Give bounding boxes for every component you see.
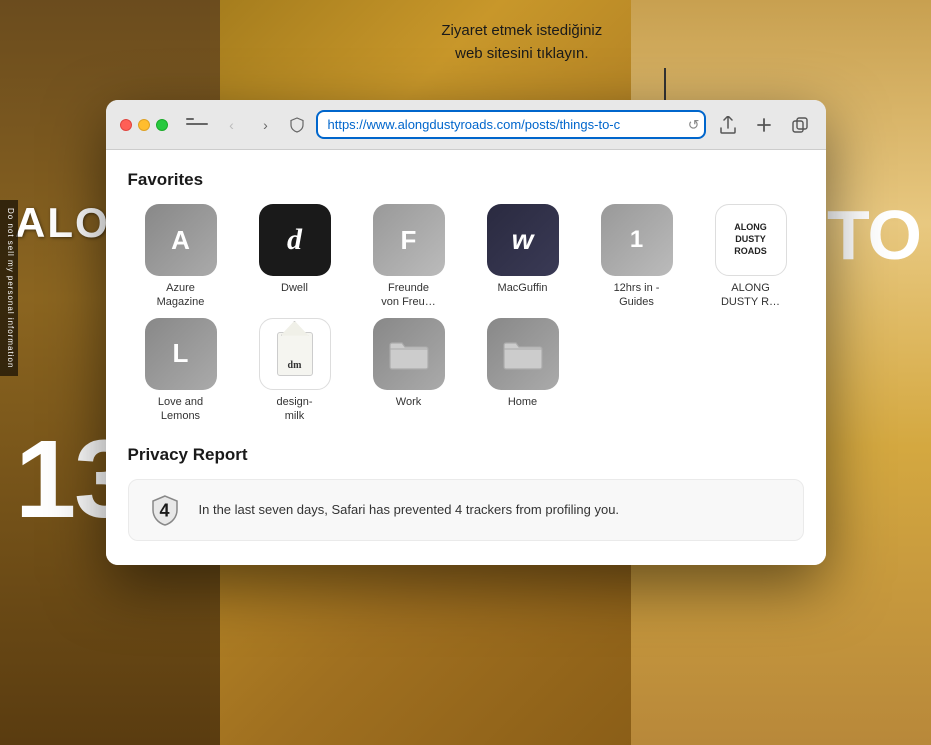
forward-button[interactable]: › — [254, 113, 278, 137]
reload-icon[interactable]: ↺ — [688, 116, 700, 133]
fav-icon-designmilk: dm — [259, 318, 331, 390]
close-button[interactable] — [120, 119, 132, 131]
fav-icon-work — [373, 318, 445, 390]
fav-item-along[interactable]: ALONGDUSTYROADS ALONGDUSTY R… — [698, 204, 804, 310]
fav-item-12hrs[interactable]: 1 12hrs in -Guides — [584, 204, 690, 310]
fav-item-home[interactable]: Home — [470, 318, 576, 424]
fav-label-12hrs: 12hrs in -Guides — [614, 281, 660, 310]
fav-label-freunde: Freundevon Freu… — [381, 281, 435, 310]
fav-icon-12hrs: 1 — [601, 204, 673, 276]
fav-label-work: Work — [396, 395, 421, 409]
favorites-title: Favorites — [128, 170, 804, 190]
toolbar-right-buttons — [716, 113, 812, 137]
fav-icon-along: ALONGDUSTYROADS — [715, 204, 787, 276]
privacy-shield: 4 — [145, 494, 185, 526]
minimize-button[interactable] — [138, 119, 150, 131]
browser-toolbar: ‹ › ↺ — [106, 100, 826, 150]
fav-icon-azure: A — [145, 204, 217, 276]
tabs-overview-button[interactable] — [788, 113, 812, 137]
fav-item-dwell[interactable]: d Dwell — [242, 204, 348, 310]
fav-label-macguffin: MacGuffin — [498, 281, 548, 295]
fav-item-azure[interactable]: A AzureMagazine — [128, 204, 234, 310]
shield-icon — [288, 116, 306, 134]
fav-icon-home — [487, 318, 559, 390]
url-input[interactable] — [316, 110, 706, 139]
fav-item-macguffin[interactable]: w MacGuffin — [470, 204, 576, 310]
privacy-card[interactable]: 4 In the last seven days, Safari has pre… — [128, 479, 804, 541]
fav-label-azure: AzureMagazine — [157, 281, 205, 310]
privacy-title: Privacy Report — [128, 445, 804, 465]
tracker-count: 4 — [159, 501, 169, 522]
fav-icon-freunde: F — [373, 204, 445, 276]
url-bar-container: ↺ — [316, 110, 706, 139]
sidebar-toggle-button[interactable] — [184, 116, 210, 134]
privacy-section: Privacy Report 4 In the last seven days,… — [128, 445, 804, 541]
fav-label-love: Love andLemons — [158, 395, 203, 424]
fav-icon-love: L — [145, 318, 217, 390]
bg-vertical-text: Do not sell my personal information — [0, 200, 18, 376]
traffic-lights — [120, 119, 168, 131]
fav-item-designmilk[interactable]: dm design-milk — [242, 318, 348, 424]
fav-label-along: ALONGDUSTY R… — [721, 281, 780, 310]
fav-label-home: Home — [508, 395, 537, 409]
fav-icon-macguffin: w — [487, 204, 559, 276]
fullscreen-button[interactable] — [156, 119, 168, 131]
new-tab-button[interactable] — [752, 113, 776, 137]
dropdown-panel: Favorites A AzureMagazine d Dwell F Freu… — [106, 150, 826, 565]
back-button[interactable]: ‹ — [220, 113, 244, 137]
fav-label-dwell: Dwell — [281, 281, 308, 295]
favorites-grid: A AzureMagazine d Dwell F Freundevon Fre… — [128, 204, 804, 423]
fav-icon-dwell: d — [259, 204, 331, 276]
fav-item-freunde[interactable]: F Freundevon Freu… — [356, 204, 462, 310]
fav-item-work[interactable]: Work — [356, 318, 462, 424]
share-button[interactable] — [716, 113, 740, 137]
privacy-description: In the last seven days, Safari has preve… — [199, 500, 620, 520]
shield-icon-large: 4 — [151, 494, 179, 526]
fav-label-designmilk: design-milk — [276, 395, 312, 424]
fav-item-love[interactable]: L Love andLemons — [128, 318, 234, 424]
browser-window: ‹ › ↺ — [106, 100, 826, 565]
